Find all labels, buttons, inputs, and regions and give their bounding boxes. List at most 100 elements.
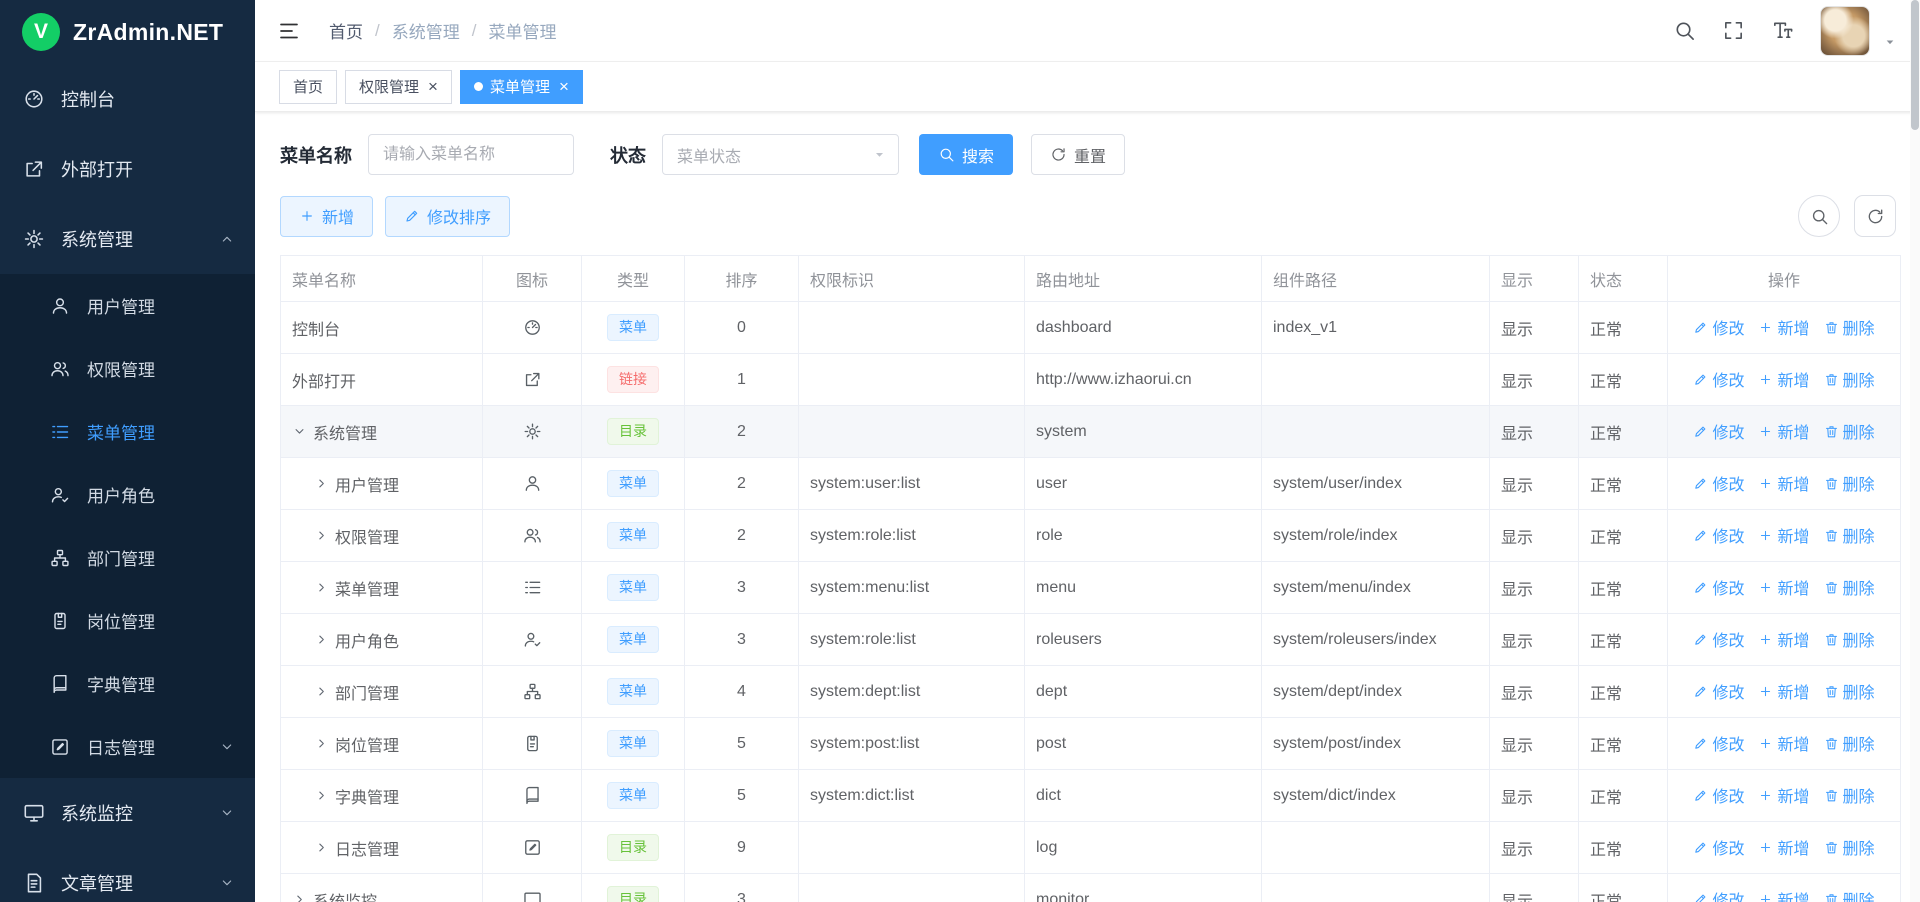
sidebar-item[interactable]: 系统管理 xyxy=(0,204,255,274)
sidebar-item[interactable]: 权限管理 xyxy=(0,337,255,400)
add-link[interactable]: 新增 xyxy=(1758,523,1809,547)
font-size-icon[interactable] xyxy=(1771,19,1794,42)
scrollbar-thumb[interactable] xyxy=(1911,0,1919,130)
delete-link[interactable]: 删除 xyxy=(1824,627,1875,651)
sidebar-item[interactable]: 部门管理 xyxy=(0,526,255,589)
edit-link[interactable]: 修改 xyxy=(1693,523,1744,547)
edit-link[interactable]: 修改 xyxy=(1693,367,1744,391)
delete-link[interactable]: 删除 xyxy=(1824,523,1875,547)
caret-down-icon xyxy=(1882,34,1898,50)
breadcrumb-item[interactable]: 首页 xyxy=(329,18,363,43)
sidebar-item[interactable]: 系统监控 xyxy=(0,778,255,848)
row-expand-icon[interactable] xyxy=(314,580,329,595)
reset-button[interactable]: 重置 xyxy=(1031,134,1125,175)
edit-link[interactable]: 修改 xyxy=(1693,471,1744,495)
sidebar-item[interactable]: 字典管理 xyxy=(0,652,255,715)
row-expand-icon[interactable] xyxy=(292,424,307,439)
breadcrumb-item[interactable]: 系统管理 xyxy=(392,18,460,43)
add-link-label: 新增 xyxy=(1777,887,1809,902)
type-tag: 链接 xyxy=(607,366,659,393)
sidebar-item[interactable]: 日志管理 xyxy=(0,715,255,778)
cell-route: dict xyxy=(1025,770,1262,822)
sidebar-item[interactable]: 文章管理 xyxy=(0,848,255,902)
add-link[interactable]: 新增 xyxy=(1758,471,1809,495)
edit-link[interactable]: 修改 xyxy=(1693,315,1744,339)
add-link[interactable]: 新增 xyxy=(1758,783,1809,807)
tab-close-icon[interactable]: × xyxy=(559,78,569,95)
row-expand-icon[interactable] xyxy=(314,632,329,647)
menu-name: 系统监控 xyxy=(313,888,377,902)
add-link[interactable]: 新增 xyxy=(1758,731,1809,755)
sidebar-item[interactable]: 用户管理 xyxy=(0,274,255,337)
sidebar-item[interactable]: 岗位管理 xyxy=(0,589,255,652)
status-select[interactable]: 菜单状态 xyxy=(662,134,899,175)
add-link[interactable]: 新增 xyxy=(1758,887,1809,902)
edit-sort-button[interactable]: 修改排序 xyxy=(385,196,510,237)
page-scrollbar xyxy=(1910,0,1920,902)
row-expand-icon[interactable] xyxy=(314,788,329,803)
delete-link[interactable]: 删除 xyxy=(1824,835,1875,859)
tab[interactable]: 菜单管理 × xyxy=(460,70,583,104)
edit-link[interactable]: 修改 xyxy=(1693,783,1744,807)
delete-link[interactable]: 删除 xyxy=(1824,887,1875,902)
cell-icon xyxy=(483,822,582,874)
sidebar-item[interactable]: 用户角色 xyxy=(0,463,255,526)
add-link[interactable]: 新增 xyxy=(1758,419,1809,443)
menu-name-input[interactable] xyxy=(368,134,574,175)
hamburger-icon[interactable] xyxy=(277,19,301,43)
table-row: 字典管理菜单5system:dict:listdictsystem/dict/i… xyxy=(281,770,1901,822)
edit-icon xyxy=(1693,788,1708,803)
delete-link[interactable]: 删除 xyxy=(1824,367,1875,391)
sidebar-item[interactable]: 菜单管理 xyxy=(0,400,255,463)
cell-visible: 显示 xyxy=(1490,562,1579,614)
add-link[interactable]: 新增 xyxy=(1758,679,1809,703)
menu-list-icon xyxy=(523,578,542,597)
delete-link[interactable]: 删除 xyxy=(1824,575,1875,599)
row-expand-icon[interactable] xyxy=(314,736,329,751)
refresh-table-button[interactable] xyxy=(1854,195,1896,237)
add-link[interactable]: 新增 xyxy=(1758,627,1809,651)
tab-close-icon[interactable]: × xyxy=(428,78,438,95)
delete-link[interactable]: 删除 xyxy=(1824,471,1875,495)
tab[interactable]: 权限管理× xyxy=(345,70,452,104)
row-expand-icon[interactable] xyxy=(314,840,329,855)
add-link[interactable]: 新增 xyxy=(1758,575,1809,599)
edit-link[interactable]: 修改 xyxy=(1693,419,1744,443)
delete-link[interactable]: 删除 xyxy=(1824,315,1875,339)
tab[interactable]: 首页 xyxy=(279,70,337,104)
add-button[interactable]: 新增 xyxy=(280,196,373,237)
cell-perm: system:role:list xyxy=(799,510,1025,562)
edit-link[interactable]: 修改 xyxy=(1693,835,1744,859)
cell-status: 正常 xyxy=(1579,406,1668,458)
edit-link[interactable]: 修改 xyxy=(1693,575,1744,599)
sidebar-item[interactable]: 控制台 xyxy=(0,64,255,134)
search-icon[interactable] xyxy=(1673,19,1696,42)
add-link[interactable]: 新增 xyxy=(1758,835,1809,859)
edit-link[interactable]: 修改 xyxy=(1693,887,1744,902)
row-expand-icon[interactable] xyxy=(292,892,307,902)
edit-link[interactable]: 修改 xyxy=(1693,731,1744,755)
chevron-down-icon xyxy=(219,805,235,821)
add-link[interactable]: 新增 xyxy=(1758,367,1809,391)
edit-link[interactable]: 修改 xyxy=(1693,679,1744,703)
row-expand-icon[interactable] xyxy=(314,528,329,543)
tab-label: 菜单管理 xyxy=(490,76,550,97)
row-expand-icon[interactable] xyxy=(314,684,329,699)
delete-link-label: 删除 xyxy=(1843,575,1875,599)
avatar[interactable] xyxy=(1820,6,1870,56)
edit-link[interactable]: 修改 xyxy=(1693,627,1744,651)
delete-link[interactable]: 删除 xyxy=(1824,731,1875,755)
search-button[interactable]: 搜索 xyxy=(919,134,1013,175)
column-header: 菜单名称 xyxy=(281,256,483,302)
add-link[interactable]: 新增 xyxy=(1758,315,1809,339)
cell-component: system/dept/index xyxy=(1262,666,1490,718)
caret-down-icon[interactable] xyxy=(1882,34,1898,50)
delete-link[interactable]: 删除 xyxy=(1824,679,1875,703)
sidebar-item[interactable]: 外部打开 xyxy=(0,134,255,204)
delete-link[interactable]: 删除 xyxy=(1824,783,1875,807)
fullscreen-icon[interactable] xyxy=(1722,19,1745,42)
sidebar-item-label: 系统监控 xyxy=(61,800,133,826)
delete-link[interactable]: 删除 xyxy=(1824,419,1875,443)
show-search-button[interactable] xyxy=(1798,195,1840,237)
row-expand-icon[interactable] xyxy=(314,476,329,491)
